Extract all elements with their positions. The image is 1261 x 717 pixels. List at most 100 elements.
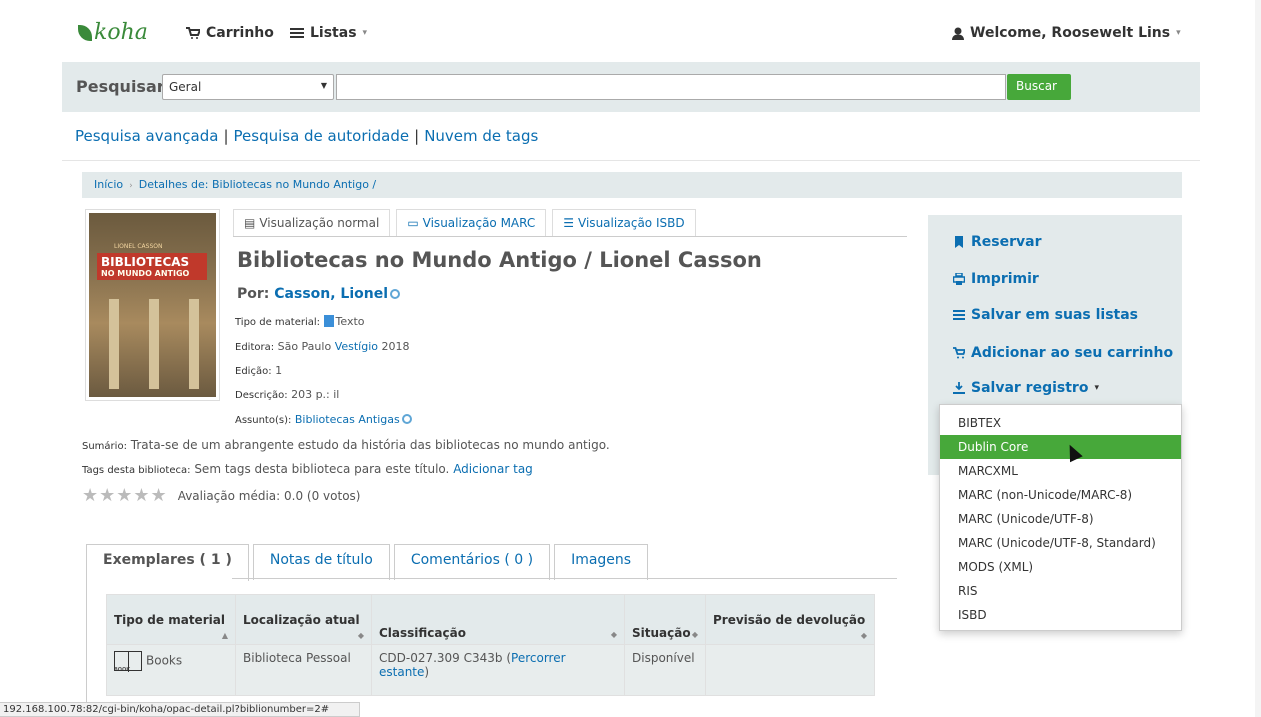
format-option-active[interactable]: Dublin Core (940, 435, 1181, 459)
search-icon[interactable] (401, 414, 412, 424)
tags-label: Tags desta biblioteca: (82, 465, 191, 476)
format-option[interactable]: MODS (XML) (940, 555, 1181, 579)
cell-due-date (705, 644, 875, 696)
tab-marc-label: Visualização MARC (422, 216, 536, 230)
subject-label: Assunto(s): (235, 415, 292, 426)
list-icon (290, 28, 304, 38)
separator: | (223, 127, 229, 145)
advanced-search-link[interactable]: Pesquisa avançada (75, 127, 218, 145)
sort-icon: ◆ (860, 631, 867, 640)
tab-comments[interactable]: Comentários ( 0 ) (393, 544, 551, 580)
search-button[interactable]: Buscar (1007, 74, 1071, 100)
column-header-due-date[interactable]: Previsão de devolução ◆ (705, 594, 875, 645)
format-option[interactable]: MARC (Unicode/UTF-8, Standard) (940, 531, 1181, 555)
tab-marc-view[interactable]: ▭ Visualização MARC (396, 209, 547, 236)
subject-link[interactable]: Bibliotecas Antigas (295, 413, 400, 426)
publisher-label: Editora: (235, 342, 275, 353)
tab-title-notes[interactable]: Notas de título (252, 544, 390, 580)
add-to-cart-link[interactable]: Adicionar ao seu carrinho (953, 345, 1173, 361)
status-bar-url: 192.168.100.78:82/cgi-bin/koha/opac-deta… (0, 702, 360, 717)
save-record-button[interactable]: Salvar registro ▾ (953, 380, 1099, 396)
tab-images[interactable]: Imagens (554, 544, 649, 580)
tags-text: Sem tags desta biblioteca para este títu… (194, 462, 450, 476)
classification-close: ) (424, 665, 430, 679)
subjects: Assunto(s): Bibliotecas Antigas (235, 413, 412, 426)
description-label: Descrição: (235, 390, 288, 401)
table-header-row: Tipo de material ▲ Localização atual ◆ Cla… (106, 594, 875, 645)
holdings-tabs: Exemplares ( 1 ) Notas de título Comentá… (86, 544, 649, 581)
publisher-place: São Paulo (277, 340, 332, 353)
tags: Tags desta biblioteca: Sem tags desta bi… (82, 462, 533, 476)
header-label: Previsão de devolução (713, 613, 866, 627)
cover-pillar (149, 299, 159, 389)
star-rating[interactable]: ★★★★★ (82, 485, 168, 506)
tab-isbd-view[interactable]: ☰ Visualização ISBD (552, 209, 696, 236)
tab-normal-view[interactable]: ▤ Visualização normal (233, 209, 391, 236)
add-to-cart-label: Adicionar ao seu carrinho (971, 345, 1174, 361)
document-icon: ▤ (244, 216, 256, 230)
lists-menu[interactable]: Listas ▾ (290, 25, 367, 41)
format-option[interactable]: MARCXML (940, 459, 1181, 483)
table-row: Books BOOK Biblioteca Pessoal CDD-027.30… (106, 644, 875, 696)
summary-text: Trata-se de um abrangente estudo da hist… (130, 438, 610, 452)
column-header-material[interactable]: Tipo de material ▲ (106, 594, 236, 645)
cart-icon (186, 27, 200, 39)
print-label: Imprimir (971, 271, 1039, 287)
column-header-location[interactable]: Localização atual ◆ (235, 594, 372, 645)
column-header-classification[interactable]: Classificação ◆ (371, 594, 625, 645)
book-type-icon (323, 315, 334, 327)
koha-logo[interactable]: koha (78, 20, 148, 45)
print-link[interactable]: Imprimir (953, 271, 1039, 287)
breadcrumb-home[interactable]: Início (94, 178, 123, 191)
tab-normal-label: Visualização normal (259, 216, 380, 230)
format-option[interactable]: ISBD (940, 603, 1181, 627)
author-link[interactable]: Casson, Lionel (274, 286, 388, 302)
book-cover[interactable]: LIONEL CASSON BIBLIOTECAS NO MUNDO ANTIG… (85, 209, 220, 401)
book-icon (114, 651, 142, 672)
authority-search-link[interactable]: Pesquisa de autoridade (234, 127, 410, 145)
user-menu[interactable]: Welcome, Roosewelt Lins ▾ (952, 25, 1181, 41)
search-icon[interactable] (390, 289, 401, 299)
sort-icon: ◆ (357, 631, 364, 640)
cover-title-text: BIBLIOTECAS (101, 255, 190, 269)
chevron-down-icon: ▾ (362, 28, 368, 38)
add-tag-link[interactable]: Adicionar tag (453, 462, 533, 476)
tab-items[interactable]: Exemplares ( 1 ) (86, 544, 249, 581)
publisher: Editora: São Paulo Vestígio 2018 (235, 340, 410, 353)
save-to-list-link[interactable]: Salvar em suas listas (953, 307, 1138, 323)
leaf-icon (78, 24, 92, 41)
author-label: Por: (237, 286, 270, 302)
cart-link[interactable]: Carrinho (186, 25, 274, 41)
search-input[interactable] (336, 74, 1006, 100)
format-option[interactable]: BIBTEX (940, 411, 1181, 435)
search-links: Pesquisa avançada | Pesquisa de autoridade… (75, 127, 538, 145)
divider (233, 236, 907, 237)
welcome-label: Welcome, Roosewelt Lins (970, 25, 1171, 41)
user-icon (952, 27, 964, 40)
top-navbar: koha Carrinho Listas ▾ Welcome, Roosewel… (0, 0, 1261, 62)
scrollbar[interactable] (1255, 0, 1261, 717)
column-header-status[interactable]: Situação ◆ (624, 594, 706, 645)
summary-label: Sumário: (82, 441, 127, 452)
search-type-value: Geral (169, 80, 202, 94)
cover-pillar (189, 299, 199, 389)
description: Descrição: 203 p.: il (235, 388, 339, 401)
cell-material: Books BOOK (106, 644, 236, 696)
search-type-select[interactable]: Geral ▼ (162, 74, 334, 100)
publisher-link[interactable]: Vestígio (335, 340, 378, 353)
format-option[interactable]: RIS (940, 579, 1181, 603)
header-label: Tipo de material (114, 613, 225, 627)
breadcrumb: Início › Detalhes de: Bibliotecas no Mundo… (82, 172, 1182, 198)
edition-value: 1 (275, 364, 283, 377)
view-tabs: ▤ Visualização normal ▭ Visualização MAR… (233, 209, 696, 236)
format-option[interactable]: MARC (Unicode/UTF-8) (940, 507, 1181, 531)
rating-text: Avaliação média: 0.0 (0 votos) (177, 488, 361, 503)
save-record-dropdown: BIBTEX Dublin Core MARCXML MARC (non-Uni… (939, 404, 1182, 631)
sort-icon: ◆ (610, 630, 617, 639)
reserve-link[interactable]: Reservar (953, 234, 1042, 250)
record-author: Por: Casson, Lionel (237, 286, 401, 302)
breadcrumb-current[interactable]: Detalhes de: Bibliotecas no Mundo Antigo… (139, 178, 376, 191)
format-option[interactable]: MARC (non-Unicode/MARC-8) (940, 483, 1181, 507)
download-icon (953, 382, 965, 394)
tag-cloud-link[interactable]: Nuvem de tags (424, 127, 538, 145)
